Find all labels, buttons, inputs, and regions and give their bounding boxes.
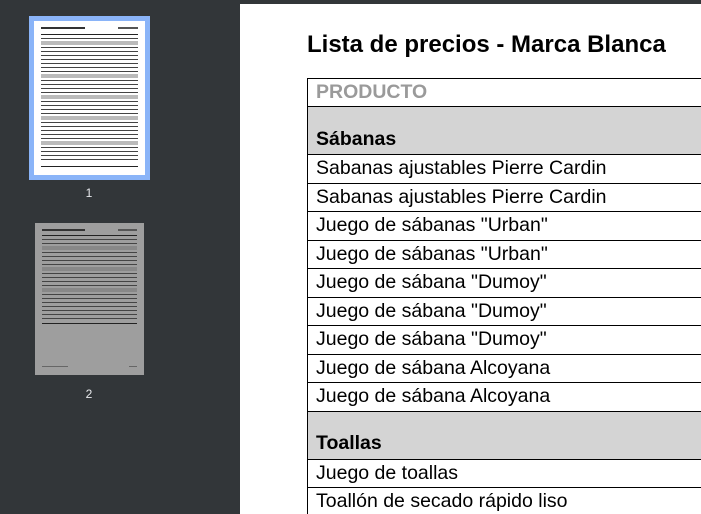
product-name: Juego de sábanas "Urban" <box>307 239 701 269</box>
page-title: Lista de precios - Marca Blanca <box>307 31 666 58</box>
document-page: Lista de precios - Marca Blanca PRODUCTO… <box>240 4 701 514</box>
product-name: Juego de sábana Alcoyana <box>307 353 701 383</box>
table-row: Toallón de secado rápido liso <box>307 487 701 514</box>
product-name: Juego de sábanas "Urban" <box>307 211 701 241</box>
thumbnail-page-number: 1 <box>85 186 93 200</box>
table-row: Juego de sábanas "Urban" <box>307 239 701 269</box>
table-row: Juego de sábana Alcoyana <box>307 382 701 412</box>
section-row: Toallas <box>307 429 701 460</box>
section-title: Toallas <box>307 429 701 460</box>
product-name: Juego de sábana "Dumoy" <box>307 296 701 326</box>
thumbnail-sidebar: 1 2 <box>0 0 238 514</box>
product-name: Juego de toallas <box>307 458 701 488</box>
column-header-producto: PRODUCTO <box>307 78 701 107</box>
thumbnail-page-preview <box>35 223 144 375</box>
thumbnail-page-number: 2 <box>85 387 93 401</box>
product-name: Toallón de secado rápido liso <box>307 487 701 514</box>
table-row: Sabanas ajustables Pierre Cardin <box>307 182 701 212</box>
table-row: Juego de sábana "Dumoy" <box>307 325 701 355</box>
product-name: Sabanas ajustables Pierre Cardin <box>307 154 701 184</box>
table-row: Juego de sábana "Dumoy" <box>307 268 701 298</box>
product-name: Sabanas ajustables Pierre Cardin <box>307 182 701 212</box>
thumbnail-page-preview <box>34 21 145 175</box>
product-name: Juego de sábana "Dumoy" <box>307 325 701 355</box>
table-row: Sabanas ajustables Pierre Cardin <box>307 154 701 184</box>
document-viewport[interactable]: Lista de precios - Marca Blanca PRODUCTO… <box>238 0 701 514</box>
section-title: Sábanas <box>307 124 701 155</box>
table-row: Juego de toallas <box>307 458 701 488</box>
page-thumbnail-2[interactable] <box>35 223 144 375</box>
section-row: Sábanas <box>307 124 701 155</box>
price-table: PRODUCTO Sábanas Sabanas ajustables Pier… <box>307 78 701 514</box>
page-thumbnail-1[interactable] <box>29 16 150 180</box>
table-row: Juego de sábana "Dumoy" <box>307 296 701 326</box>
table-row: Juego de sábanas "Urban" <box>307 211 701 241</box>
table-header-row: PRODUCTO <box>307 78 701 107</box>
product-name: Juego de sábana "Dumoy" <box>307 268 701 298</box>
table-row: Juego de sábana Alcoyana <box>307 353 701 383</box>
product-name: Juego de sábana Alcoyana <box>307 382 701 412</box>
